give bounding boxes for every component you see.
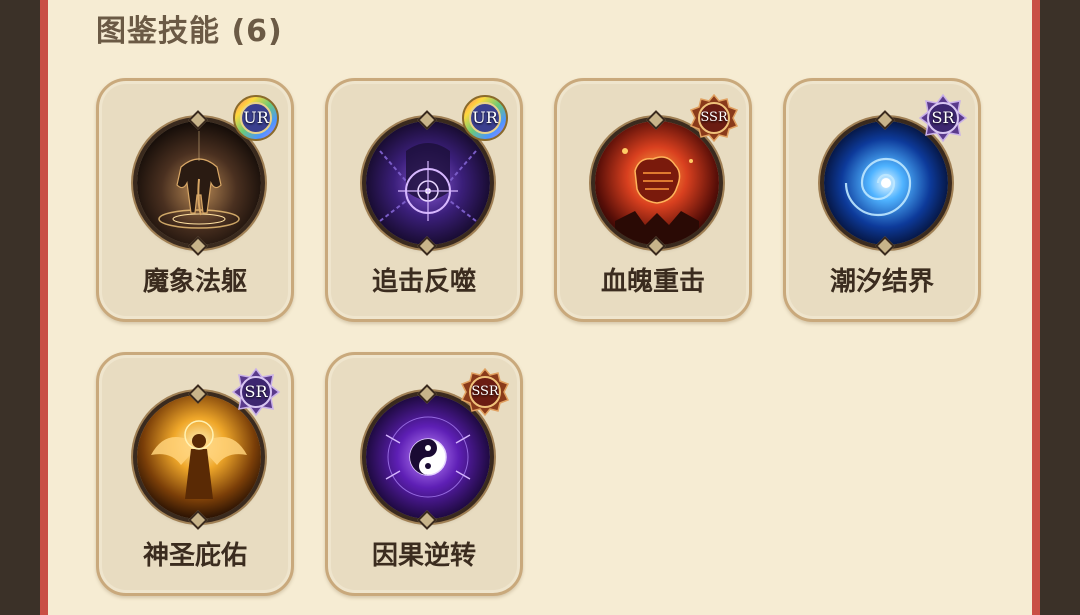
skill-name: 因果逆转 [371, 541, 476, 571]
rarity-badge-sr: SR [231, 367, 281, 417]
frame-right-border [1032, 0, 1040, 615]
skill-name: 神圣庇佑 [142, 541, 247, 571]
skill-name: 追击反噬 [371, 267, 476, 297]
rarity-label: SSR [700, 110, 728, 125]
rarity-badge-ssr: SSR [689, 93, 739, 143]
rarity-badge-ur: UR [231, 93, 281, 143]
rarity-label: SR [244, 382, 268, 401]
rarity-label: UR [243, 108, 269, 127]
frame-left-border [40, 0, 48, 615]
skill-card-2[interactable]: UR 追击反噬 [325, 78, 523, 322]
skill-name: 血魄重击 [600, 267, 705, 297]
skill-card-1[interactable]: UR 魔象法躯 [96, 78, 294, 322]
skill-card-4[interactable]: SR 潮汐结界 [783, 78, 981, 322]
skill-name: 魔象法躯 [142, 267, 247, 297]
skill-name: 潮汐结界 [829, 267, 934, 297]
skill-card-3[interactable]: SSR 血魄重击 [554, 78, 752, 322]
rarity-label: UR [472, 108, 498, 127]
section-title: 图鉴技能 (6) [96, 14, 283, 49]
rarity-badge-ur: UR [460, 93, 510, 143]
rarity-label: SSR [471, 384, 499, 399]
rarity-badge-ssr: SSR [460, 367, 510, 417]
rarity-badge-sr: SR [918, 93, 968, 143]
skill-card-6[interactable]: SSR 因果逆转 [325, 352, 523, 596]
skill-card-5[interactable]: SR 神圣庇佑 [96, 352, 294, 596]
rarity-label: SR [931, 108, 955, 127]
